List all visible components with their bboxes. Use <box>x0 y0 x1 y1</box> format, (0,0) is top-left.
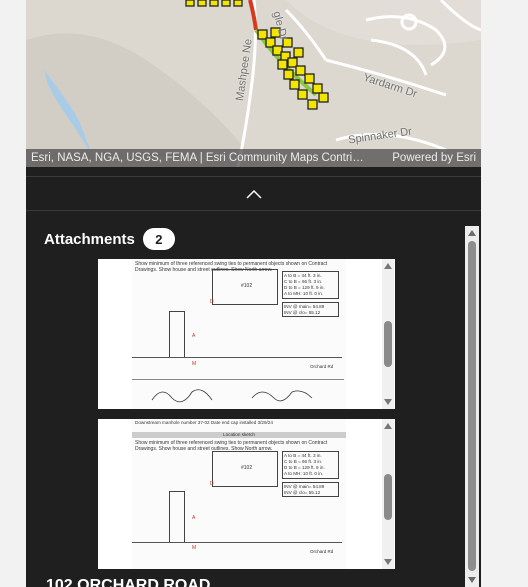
doc-marker-d: D <box>210 299 214 305</box>
doc-street-line <box>132 542 342 543</box>
attribution-credits[interactable]: Esri, NASA, NGA, USGS, FEMA | Esri Commu… <box>31 152 364 164</box>
feature-panel: Mashpee Ne gle Dr Yardarm Dr Spinnaker D… <box>26 0 481 587</box>
doc-house-label: #102 <box>241 465 253 471</box>
doc-marker-a: A <box>192 333 196 339</box>
doc-signature-area <box>132 379 344 408</box>
attachments-count-badge: 2 <box>142 228 175 250</box>
doc-house-label: #102 <box>241 283 253 289</box>
attachment-thumbnail[interactable]: Show minimum of three referenced swing t… <box>98 259 395 409</box>
scroll-up-arrow[interactable] <box>468 230 476 236</box>
scroll-thumb[interactable] <box>384 321 392 367</box>
attachment-scrollbar[interactable] <box>382 259 394 409</box>
chevron-up-icon[interactable] <box>245 189 262 199</box>
doc-road-label: Orchard Rd <box>310 364 334 369</box>
doc-street-line <box>132 357 342 358</box>
doc-section: Location sketch <box>132 432 346 438</box>
attachments-header: Attachments 2 <box>44 228 175 250</box>
scroll-down-arrow[interactable] <box>384 559 392 565</box>
powered-by-esri[interactable]: Powered by Esri <box>392 152 476 164</box>
panel-scrollbar[interactable] <box>465 226 479 587</box>
doc-house-outline: #102 <box>212 451 278 487</box>
doc-pipe-outline <box>169 311 185 358</box>
doc-road-label: Orchard Rd <box>310 549 334 554</box>
attachment-scrollbar[interactable] <box>382 419 394 569</box>
doc-inv-box: INV @ main= 54.89 INV @ clo= 55.12 <box>282 482 339 497</box>
doc-marker-m: M <box>192 545 197 551</box>
record-title: 102 ORCHARD ROAD <box>46 577 211 587</box>
scroll-down-arrow[interactable] <box>384 399 392 405</box>
map-canvas[interactable] <box>26 0 481 167</box>
scroll-thumb[interactable] <box>384 474 392 520</box>
scroll-up-arrow[interactable] <box>384 423 392 429</box>
doc-marker-a: A <box>192 515 196 521</box>
doc-ties-table: A to B = 44 ft. 3 in. C to B = 66 ft. 3 … <box>282 451 339 479</box>
scroll-up-arrow[interactable] <box>384 263 392 269</box>
doc-inv-box: INV @ main= 54.89 INV @ clo= 55.12 <box>282 302 339 317</box>
map-view[interactable]: Mashpee Ne gle Dr Yardarm Dr Spinnaker D… <box>26 0 481 167</box>
scroll-down-arrow[interactable] <box>468 577 476 583</box>
doc-inv-clo: INV @ clo= 55.12 <box>284 490 321 495</box>
attachments-title: Attachments <box>44 230 135 248</box>
doc-inv-clo: INV @ clo= 55.12 <box>284 310 321 315</box>
map-attribution: Esri, NASA, NGA, USGS, FEMA | Esri Commu… <box>26 149 481 167</box>
doc-ties-table: A to B = 44 ft. 3 in. C to B = 66 ft. 3 … <box>282 271 339 299</box>
doc-tie: A to MH: 10 ft. 0 in. <box>284 471 324 476</box>
collapse-toggle[interactable] <box>26 176 481 211</box>
doc-pipe-outline <box>169 491 185 542</box>
attachment-document: Downstream manhole number 37-02 Date end… <box>132 419 346 569</box>
attachment-document: Show minimum of three referenced swing t… <box>132 259 346 409</box>
doc-header: Downstream manhole number 37-02 Date end… <box>135 420 273 425</box>
doc-marker-m: M <box>192 361 197 367</box>
attachment-thumbnail[interactable]: Downstream manhole number 37-02 Date end… <box>98 419 395 569</box>
scroll-thumb[interactable] <box>468 241 476 571</box>
doc-tie: A to MH: 10 ft. 0 in. <box>284 291 324 296</box>
doc-house-outline: #102 <box>212 269 278 305</box>
doc-marker-d: D <box>210 481 214 487</box>
